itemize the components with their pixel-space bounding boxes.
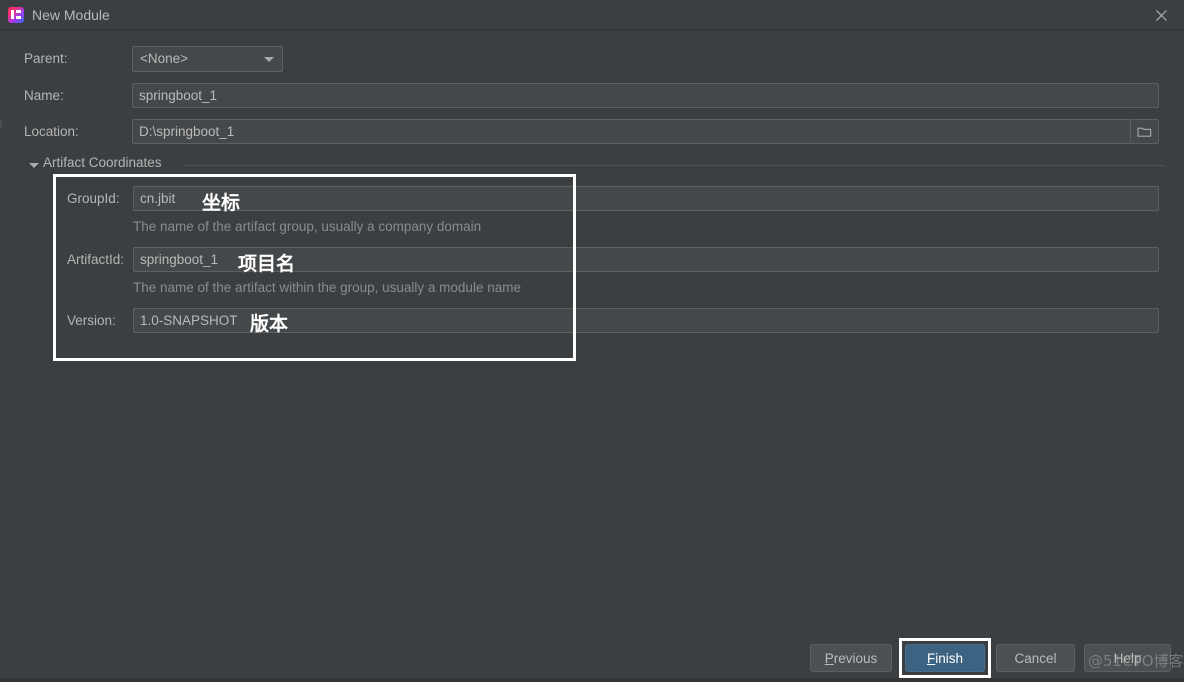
close-icon xyxy=(1155,9,1167,21)
previous-button-label: revious xyxy=(833,650,878,666)
previous-button-mnemonic: P xyxy=(824,650,834,666)
window-edge-tick xyxy=(0,120,2,128)
location-label: Location: xyxy=(24,124,79,139)
artifactid-input[interactable]: springboot_1 xyxy=(133,247,1159,272)
close-button[interactable] xyxy=(1138,0,1184,30)
intellij-idea-icon xyxy=(8,7,24,23)
previous-button[interactable]: Previous xyxy=(810,644,892,672)
groupid-hint: The name of the artifact group, usually … xyxy=(133,219,482,234)
parent-dropdown[interactable]: <None> xyxy=(132,46,283,72)
artifactid-hint: The name of the artifact within the grou… xyxy=(133,280,521,295)
section-divider xyxy=(185,165,1165,166)
version-input[interactable]: 1.0-SNAPSHOT xyxy=(133,308,1159,333)
name-label: Name: xyxy=(24,88,64,103)
finish-button[interactable]: Finish xyxy=(905,644,985,672)
new-module-dialog: New Module Parent: <None> Name: springbo… xyxy=(0,0,1184,682)
location-browse-button[interactable] xyxy=(1131,119,1159,144)
groupid-input[interactable]: cn.jbit xyxy=(133,186,1159,211)
version-label: Version: xyxy=(67,313,116,328)
artifactid-label: ArtifactId: xyxy=(67,252,125,267)
cancel-button[interactable]: Cancel xyxy=(996,644,1075,672)
parent-label: Parent: xyxy=(24,51,68,66)
triangle-down-icon[interactable] xyxy=(29,163,39,168)
groupid-label: GroupId: xyxy=(67,191,120,206)
folder-icon xyxy=(1137,127,1152,137)
location-input[interactable]: D:\springboot_1 xyxy=(132,119,1131,144)
artifact-coordinates-header[interactable]: Artifact Coordinates xyxy=(25,155,1165,174)
finish-button-mnemonic: F xyxy=(926,650,936,666)
background-strip xyxy=(0,678,1184,682)
title-bar: New Module xyxy=(0,0,1184,30)
window-title: New Module xyxy=(32,7,110,23)
artifact-coordinates-title: Artifact Coordinates xyxy=(43,155,162,170)
parent-dropdown-value: <None> xyxy=(140,51,189,66)
finish-button-label: inish xyxy=(935,650,963,666)
help-button[interactable]: Help xyxy=(1084,644,1171,672)
chevron-down-icon xyxy=(264,57,274,62)
name-input[interactable]: springboot_1 xyxy=(132,83,1159,108)
